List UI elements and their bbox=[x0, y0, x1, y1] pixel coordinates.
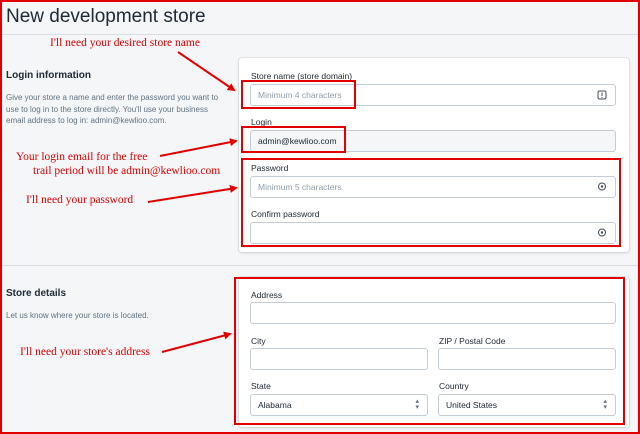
address-input[interactable] bbox=[250, 302, 616, 324]
annotation-password: I'll need your password bbox=[26, 194, 134, 206]
state-value: Alabama bbox=[258, 400, 292, 410]
annotation-store-name: I'll need your desired store name bbox=[50, 37, 200, 49]
login-input[interactable]: admin@kewlioo.com bbox=[250, 130, 616, 152]
password-input[interactable]: Minimum 5 characters bbox=[250, 176, 616, 198]
divider bbox=[2, 265, 638, 266]
arrow-address bbox=[161, 331, 232, 353]
store-name-placeholder: Minimum 4 characters bbox=[258, 90, 342, 100]
eye-icon[interactable] bbox=[597, 182, 607, 192]
city-label: City bbox=[251, 336, 266, 346]
password-placeholder: Minimum 5 characters bbox=[258, 182, 342, 192]
login-label: Login bbox=[251, 117, 272, 127]
arrow-password bbox=[147, 184, 238, 203]
zip-input[interactable] bbox=[438, 348, 616, 370]
arrow-store-name bbox=[177, 51, 236, 92]
divider bbox=[2, 34, 638, 35]
annotation-address: I'll need your store's address bbox=[20, 346, 150, 358]
country-label: Country bbox=[439, 381, 469, 391]
annotation-login-line2: trail period will be admin@kewlioo.com bbox=[33, 165, 221, 177]
country-value: United States bbox=[446, 400, 498, 410]
store-name-input[interactable]: Minimum 4 characters bbox=[250, 84, 616, 106]
login-section-title: Login information bbox=[6, 70, 91, 81]
store-name-label: Store name (store domain) bbox=[251, 71, 353, 81]
login-section-description: Give your store a name and enter the pas… bbox=[6, 93, 219, 125]
chevron-updown-icon: ▴ ▾ bbox=[415, 398, 419, 411]
country-select[interactable]: United States ▴ ▾ bbox=[438, 394, 616, 416]
eye-icon[interactable] bbox=[597, 228, 607, 238]
confirm-password-label: Confirm password bbox=[251, 209, 320, 219]
page-title: New development store bbox=[6, 6, 206, 27]
store-section-description: Let us know where your store is located. bbox=[6, 311, 149, 320]
chevron-updown-icon: ▴ ▾ bbox=[603, 398, 607, 411]
state-label: State bbox=[251, 381, 271, 391]
store-section-title: Store details bbox=[6, 288, 67, 299]
password-label: Password bbox=[251, 163, 289, 173]
address-label: Address bbox=[251, 290, 283, 300]
state-select[interactable]: Alabama ▴ ▾ bbox=[250, 394, 428, 416]
info-icon bbox=[597, 90, 607, 100]
arrow-login bbox=[159, 138, 238, 157]
city-input[interactable] bbox=[250, 348, 428, 370]
zip-label: ZIP / Postal Code bbox=[439, 336, 506, 346]
confirm-password-input[interactable] bbox=[250, 222, 616, 244]
annotation-login-line1: Your login email for the free bbox=[16, 151, 148, 163]
